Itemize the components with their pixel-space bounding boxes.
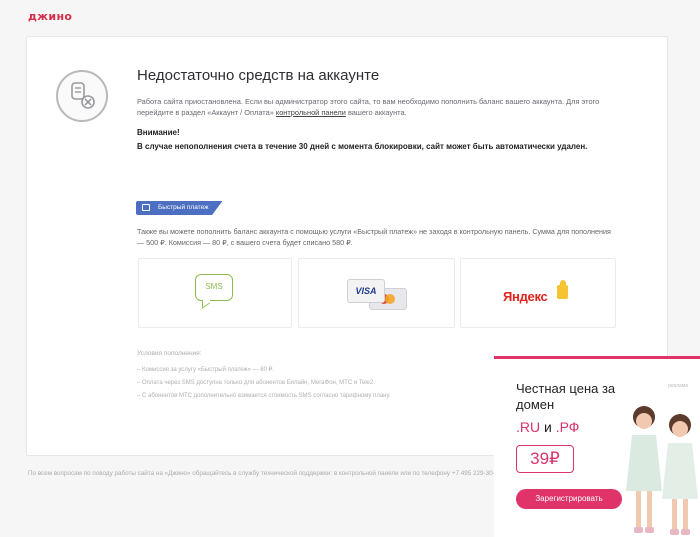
warning-title: Внимание! bbox=[137, 128, 180, 137]
blocked-account-icon bbox=[56, 70, 108, 122]
quick-pay-info: Также вы можете пополнить баланс аккаунт… bbox=[137, 227, 611, 247]
kids-illustration bbox=[626, 406, 698, 535]
notice-description: Работа сайта приостановлена. Если вы адм… bbox=[137, 96, 607, 118]
warning-text: В случае непополнения счета в течение 30… bbox=[137, 142, 588, 151]
quick-pay-badge: Быстрый платеж bbox=[136, 201, 223, 215]
pay-method-sms[interactable]: SMS bbox=[138, 258, 292, 328]
control-panel-link[interactable]: контрольной панели bbox=[276, 108, 346, 117]
condition-item: Оплата через SMS доступна только для або… bbox=[137, 377, 497, 390]
conditions-list: Комиссия за услугу «Быстрый платеж» — 80… bbox=[137, 364, 497, 403]
zone-rf: .РФ bbox=[555, 419, 580, 435]
ad-title: Честная цена за домен bbox=[516, 381, 616, 412]
condition-item: С абонентов МТС дополнительно взимается … bbox=[137, 390, 497, 403]
ad-domain-zones: .RU и .РФ bbox=[516, 419, 579, 435]
notice-title: Недостаточно средств на аккаунте bbox=[137, 67, 380, 84]
ad-price: 39₽ bbox=[516, 445, 574, 473]
zone-ru: .RU bbox=[516, 419, 541, 435]
condition-item: Комиссия за услугу «Быстрый платеж» — 80… bbox=[137, 364, 497, 377]
brand-logo[interactable]: джино bbox=[28, 10, 72, 23]
yandex-money-icon bbox=[557, 280, 568, 299]
pay-method-yandex[interactable]: Яндекс bbox=[460, 258, 616, 328]
calendar-icon bbox=[142, 204, 150, 211]
domain-ad-banner[interactable]: реклама Честная цена за домен .RU и .РФ … bbox=[494, 356, 700, 537]
zone-join: и bbox=[544, 419, 552, 435]
sms-icon: SMS bbox=[195, 274, 233, 301]
pay-method-cards[interactable]: VISA bbox=[298, 258, 455, 328]
register-button[interactable]: Зарегистрировать bbox=[516, 489, 622, 509]
visa-card-icon: VISA bbox=[347, 279, 385, 303]
yandex-logo: Яндекс bbox=[503, 289, 548, 304]
ad-label: реклама bbox=[668, 383, 688, 389]
support-footer: По всем вопросам по поводу работы сайта … bbox=[28, 470, 504, 477]
quick-pay-label: Быстрый платеж bbox=[158, 204, 209, 211]
conditions-title: Условия пополнения: bbox=[137, 350, 202, 357]
description-tail: вашего аккаунта. bbox=[347, 108, 407, 117]
